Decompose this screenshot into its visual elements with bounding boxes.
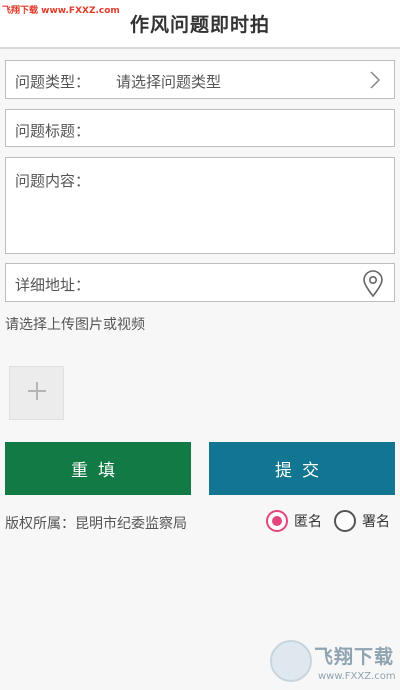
problem-title-label: 问题标题： [15, 122, 91, 140]
anonymous-label: 匿名 [294, 514, 322, 530]
anonymous-radio[interactable]: 匿名 [266, 510, 322, 532]
radio-unchecked-icon [334, 510, 356, 532]
app-header: 飞翔下载 www.FXXZ.com 作风问题即时拍 [0, 0, 400, 49]
page-title: 作风问题即时拍 [129, 14, 270, 36]
logo-url: www.FXXZ.com [318, 671, 396, 682]
footer-row: 版权所属：昆明市纪委监察局 匿名 署名 [0, 510, 400, 536]
problem-type-value: 请选择问题类型 [116, 73, 222, 91]
copyright-text: 版权所属：昆明市纪委监察局 [5, 516, 187, 532]
named-label: 署名 [362, 514, 390, 530]
problem-type-label: 问题类型： [15, 73, 91, 91]
location-pin-icon[interactable] [362, 270, 384, 302]
plus-icon [26, 380, 48, 406]
logo-brand: 飞翔下载 [314, 646, 395, 668]
watermark-logo: 飞翔下载 www.FXXZ.com [270, 640, 396, 686]
problem-type-select[interactable]: 问题类型： 请选择问题类型 [5, 60, 395, 99]
radio-checked-icon [266, 510, 288, 532]
reset-button[interactable]: 重填 [5, 442, 191, 495]
submit-button[interactable]: 提交 [209, 442, 395, 495]
add-media-button[interactable] [9, 366, 64, 420]
problem-content-label: 问题内容： [15, 172, 91, 190]
logo-icon [270, 640, 312, 682]
upload-hint: 请选择上传图片或视频 [5, 317, 145, 333]
address-field[interactable]: 详细地址： [5, 263, 395, 302]
problem-title-field[interactable]: 问题标题： [5, 109, 395, 147]
address-label: 详细地址： [15, 276, 91, 294]
problem-content-field[interactable]: 问题内容： [5, 157, 395, 254]
chevron-right-icon [369, 70, 381, 94]
named-radio[interactable]: 署名 [334, 510, 390, 532]
